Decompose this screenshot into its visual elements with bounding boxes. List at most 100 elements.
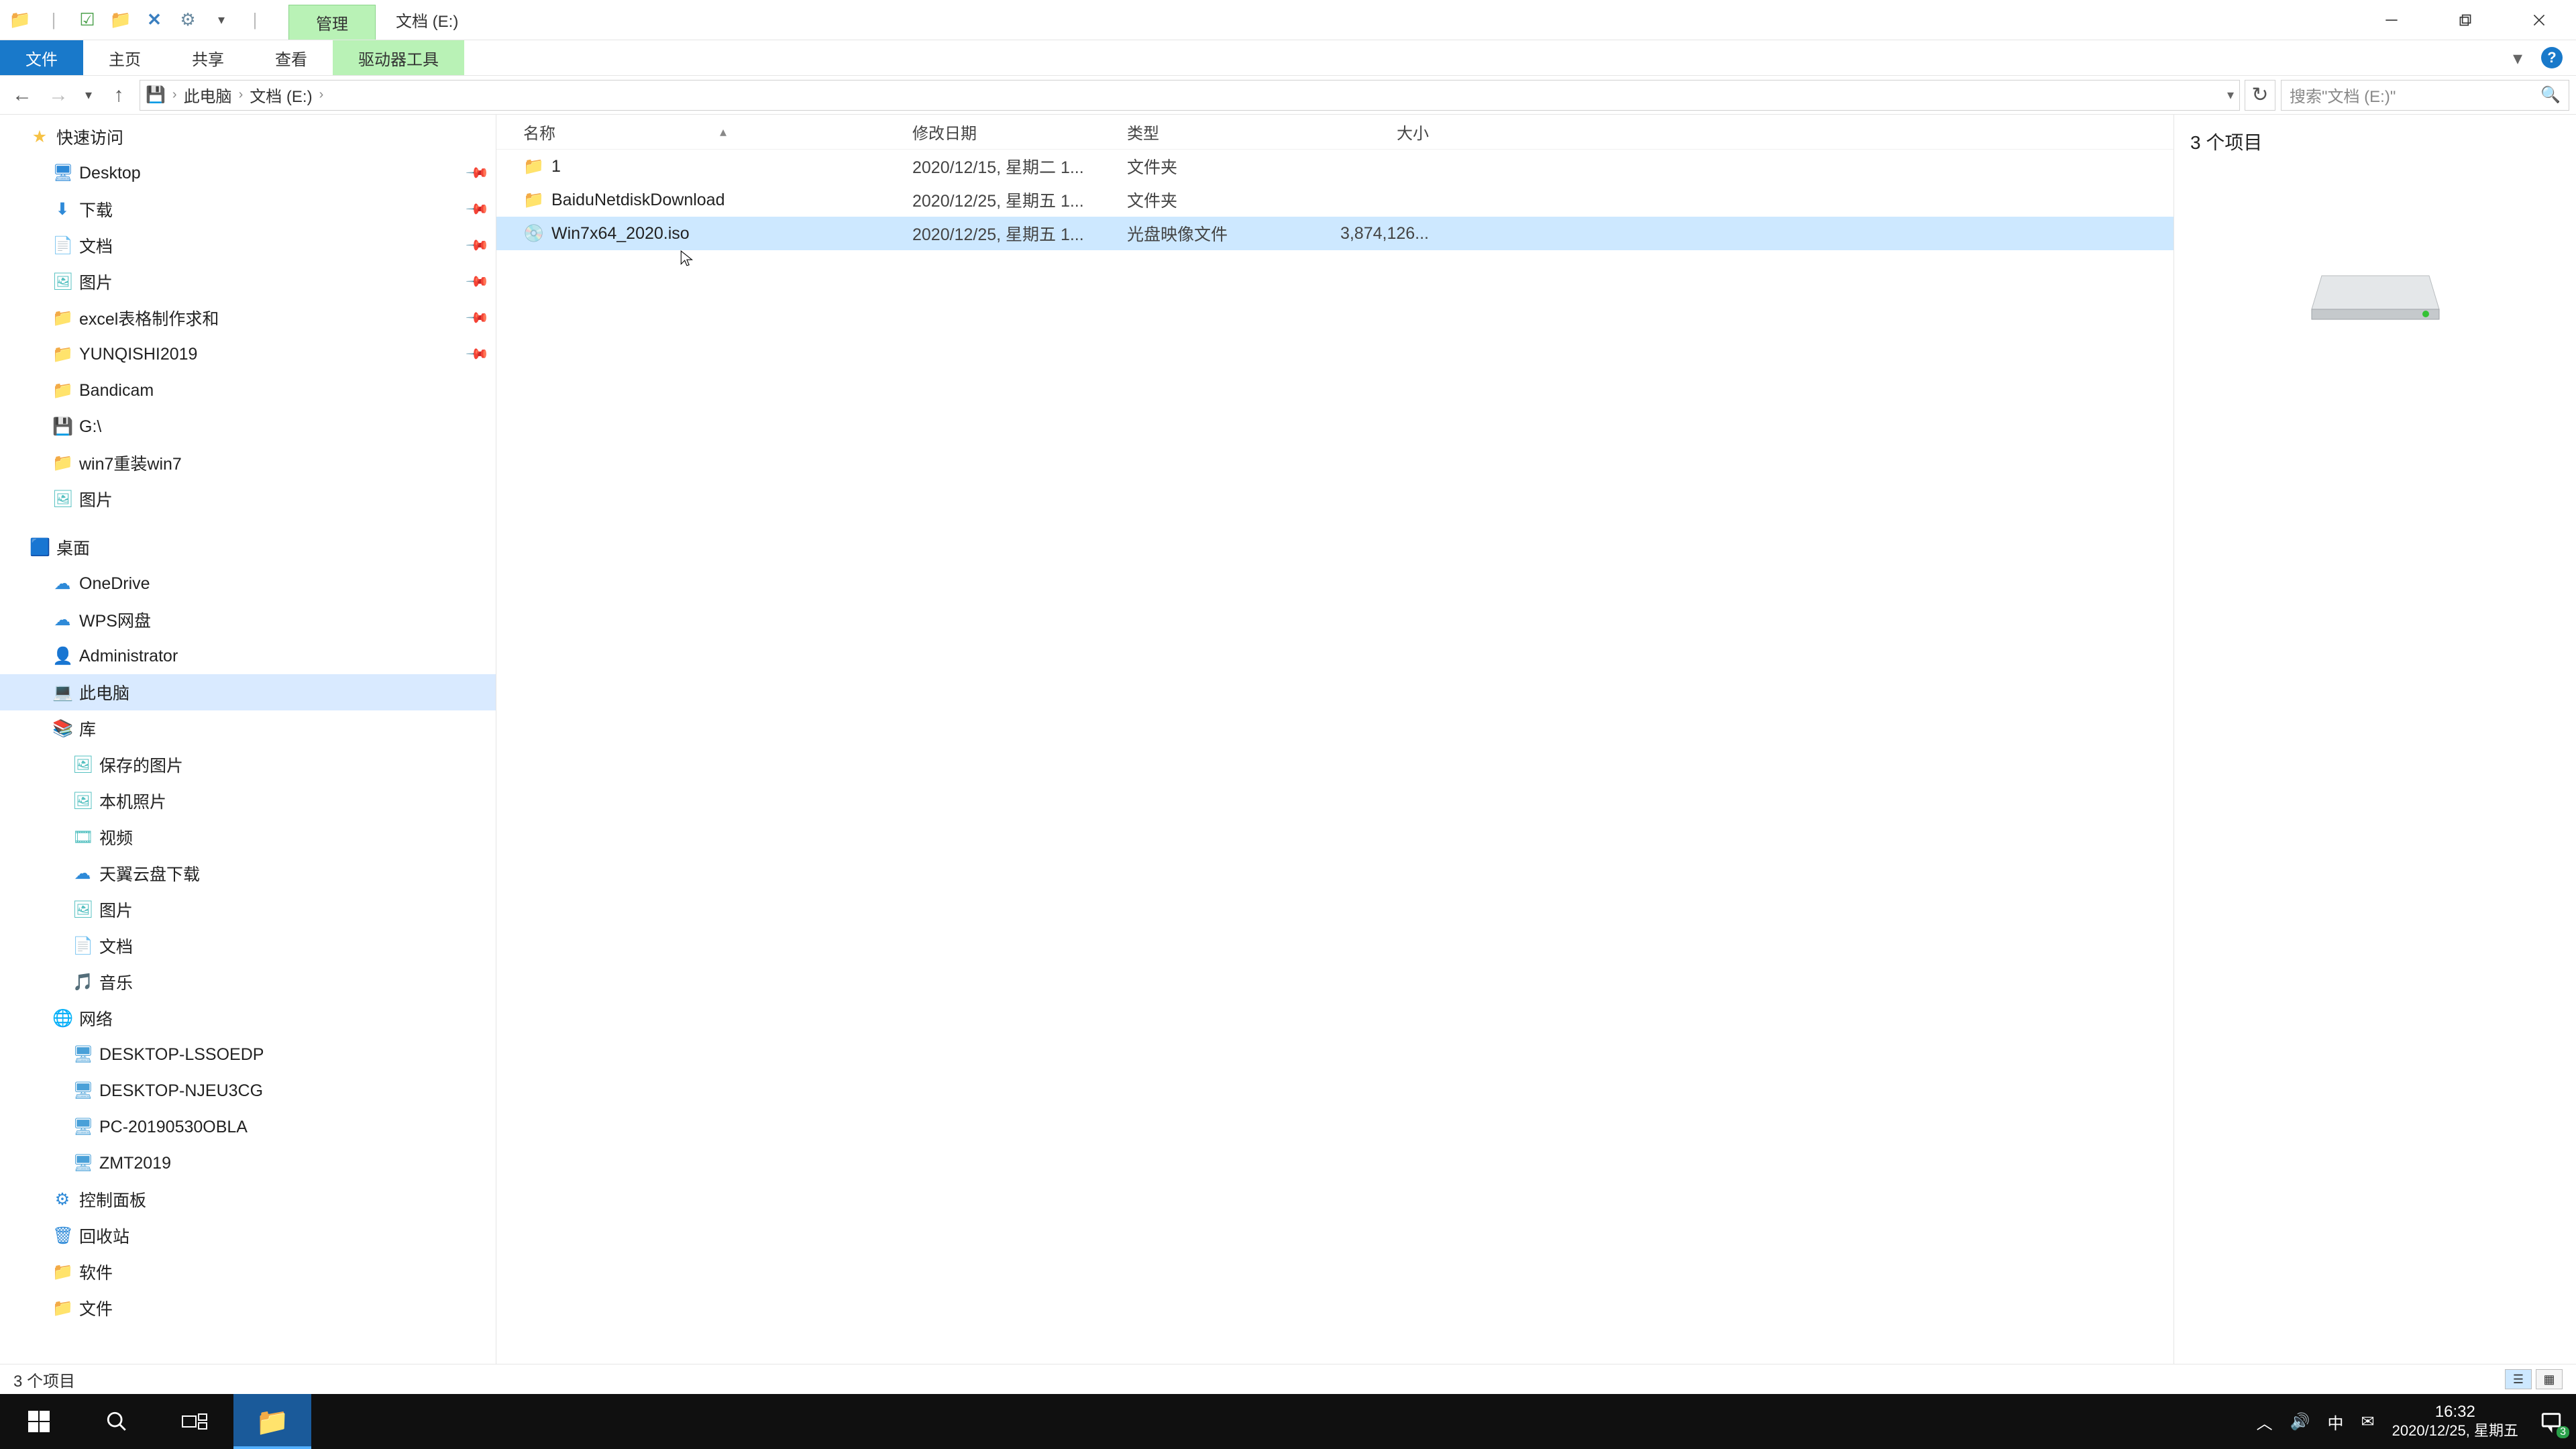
navigation-pane[interactable]: ★快速访问🖥Desktop📌⬇下载📌📄文档📌🖼图片📌📁excel表格制作求和📌📁…	[0, 115, 496, 1364]
breadcrumb-dropdown-icon[interactable]: ▾	[2227, 87, 2234, 103]
sidebar-item[interactable]: 📄文档📌	[0, 227, 496, 264]
context-tab-manage[interactable]: 管理	[288, 5, 376, 40]
close-button[interactable]	[2502, 0, 2576, 40]
sidebar-item-label: 文档	[79, 233, 113, 258]
help-icon[interactable]: ?	[2541, 47, 2563, 68]
sidebar-item[interactable]: 📁win7重装win7	[0, 445, 496, 481]
nav-back-button[interactable]: ←	[7, 80, 38, 111]
sidebar-item[interactable]: 🖼保存的图片	[0, 747, 496, 783]
sidebar-item-icon: 🖥	[72, 1154, 93, 1173]
sidebar-item[interactable]: 📁YUNQISHI2019📌	[0, 336, 496, 372]
view-details-button[interactable]: ☰	[2505, 1369, 2532, 1389]
sidebar-item[interactable]: 🖼图片	[0, 481, 496, 517]
sidebar-item[interactable]: 🗑回收站	[0, 1218, 496, 1254]
view-icons-button[interactable]: ▦	[2536, 1369, 2563, 1389]
taskbar-search-button[interactable]	[78, 1394, 156, 1449]
file-row[interactable]: 📁BaiduNetdiskDownload2020/12/25, 星期五 1..…	[496, 183, 2174, 217]
chevron-right-icon[interactable]: ›	[317, 87, 327, 103]
sidebar-item[interactable]: 🖥ZMT2019	[0, 1145, 496, 1181]
breadcrumb-segment[interactable]: 文档 (E:)	[250, 83, 312, 107]
sidebar-item[interactable]: 🖥DESKTOP-NJEU3CG	[0, 1073, 496, 1109]
file-row[interactable]: 📁12020/12/15, 星期二 1...文件夹	[496, 150, 2174, 183]
sidebar-item[interactable]: ☁OneDrive	[0, 566, 496, 602]
column-headers[interactable]: 名称 ▴ 修改日期 类型 大小	[496, 115, 2174, 150]
search-input[interactable]: 搜索"文档 (E:)" 🔍	[2281, 80, 2569, 111]
sidebar-item[interactable]: ★快速访问	[0, 119, 496, 155]
sidebar-item[interactable]: 🖥PC-20190530OBLA	[0, 1109, 496, 1145]
ribbon-tab-file[interactable]: 文件	[0, 40, 83, 75]
sidebar-item-icon: 📁	[52, 1263, 72, 1282]
qat-app-icon[interactable]: 📁	[7, 7, 34, 34]
sidebar-item-label: win7重装win7	[79, 451, 182, 475]
ribbon-tab-drive-tools[interactable]: 驱动器工具	[333, 40, 464, 75]
file-type-icon: 📁	[523, 191, 543, 210]
column-header-size[interactable]: 大小	[1308, 120, 1442, 144]
title-bar: 📁 | ☑ 📁 ✕ ⚙ ▾ | 管理 文档 (E:)	[0, 0, 2576, 40]
sidebar-item[interactable]: 🖼图片📌	[0, 264, 496, 300]
qat-separator: |	[241, 7, 268, 34]
sidebar-item[interactable]: ☁WPS网盘	[0, 602, 496, 638]
qat-folder-icon[interactable]: 📁	[107, 7, 134, 34]
nav-up-button[interactable]: ↑	[103, 80, 134, 111]
taskbar[interactable]: 📁 ︿ 🔊 中 ✉ 16:32 2020/12/25, 星期五 3	[0, 1394, 2576, 1449]
sidebar-item[interactable]: 📁软件	[0, 1254, 496, 1290]
tray-volume-icon[interactable]: 🔊	[2290, 1412, 2310, 1432]
hard-drive-icon	[2308, 249, 2443, 323]
file-type-icon: 📁	[523, 157, 543, 176]
sidebar-item[interactable]: 🌐网络	[0, 1000, 496, 1036]
sidebar-item[interactable]: ☁天翼云盘下载	[0, 855, 496, 892]
close-icon	[2530, 11, 2548, 29]
qat-customize-dropdown[interactable]: ▾	[208, 7, 235, 34]
tray-mail-icon[interactable]: ✉	[2361, 1412, 2375, 1432]
tray-ime-icon[interactable]: 中	[2328, 1410, 2344, 1434]
minimize-button[interactable]	[2355, 0, 2428, 40]
column-header-date[interactable]: 修改日期	[912, 120, 1127, 144]
action-center-button[interactable]: 3	[2536, 1406, 2567, 1437]
ribbon-tab-share[interactable]: 共享	[166, 40, 250, 75]
sidebar-item[interactable]: 🖼本机照片	[0, 783, 496, 819]
sidebar-item[interactable]: 📁文件	[0, 1290, 496, 1326]
tray-clock[interactable]: 16:32 2020/12/25, 星期五	[2392, 1403, 2518, 1440]
breadcrumb[interactable]: 💾 › 此电脑 › 文档 (E:) › ▾	[140, 80, 2240, 111]
sidebar-item[interactable]: ⬇下载📌	[0, 191, 496, 227]
taskbar-explorer-button[interactable]: 📁	[233, 1394, 311, 1449]
ribbon-tab-view[interactable]: 查看	[250, 40, 333, 75]
chevron-right-icon[interactable]: ›	[236, 87, 246, 103]
sidebar-item[interactable]: 🎞视频	[0, 819, 496, 855]
content-area: 名称 ▴ 修改日期 类型 大小 📁12020/12/15, 星期二 1...文件…	[496, 115, 2576, 1364]
start-button[interactable]	[0, 1394, 78, 1449]
windows-logo-icon	[27, 1409, 51, 1434]
sidebar-item[interactable]: 📚库	[0, 710, 496, 747]
nav-forward-button[interactable]: →	[43, 80, 74, 111]
sidebar-item-label: PC-20190530OBLA	[99, 1118, 248, 1137]
sidebar-item[interactable]: 📄文档	[0, 928, 496, 964]
sidebar-item[interactable]: 👤Administrator	[0, 638, 496, 674]
qat-gear-icon[interactable]: ⚙	[174, 7, 201, 34]
file-row[interactable]: 💿Win7x64_2020.iso2020/12/25, 星期五 1...光盘映…	[496, 217, 2174, 250]
ribbon-tab-home[interactable]: 主页	[83, 40, 166, 75]
task-view-button[interactable]	[156, 1394, 233, 1449]
sidebar-item[interactable]: 💻此电脑	[0, 674, 496, 710]
breadcrumb-segment[interactable]: 此电脑	[184, 83, 232, 107]
column-header-name[interactable]: 名称 ▴	[523, 120, 912, 144]
qat-clear-icon[interactable]: ✕	[141, 7, 168, 34]
sidebar-item[interactable]: 🖥Desktop📌	[0, 155, 496, 191]
qat-checkbox-icon[interactable]: ☑	[74, 7, 101, 34]
maximize-button[interactable]	[2428, 0, 2502, 40]
file-list[interactable]: 名称 ▴ 修改日期 类型 大小 📁12020/12/15, 星期二 1...文件…	[496, 115, 2174, 1364]
tray-overflow-icon[interactable]: ︿	[2257, 1410, 2273, 1434]
column-header-type[interactable]: 类型	[1127, 120, 1308, 144]
sidebar-item[interactable]: 🟦桌面	[0, 529, 496, 566]
refresh-button[interactable]: ↻	[2245, 80, 2275, 111]
sidebar-item[interactable]: 📁Bandicam	[0, 372, 496, 409]
sidebar-item[interactable]: 💾G:\	[0, 409, 496, 445]
sidebar-item[interactable]: 📁excel表格制作求和📌	[0, 300, 496, 336]
chevron-right-icon[interactable]: ›	[170, 87, 180, 103]
sidebar-item[interactable]: 🖥DESKTOP-LSSOEDP	[0, 1036, 496, 1073]
sidebar-item[interactable]: ⚙控制面板	[0, 1181, 496, 1218]
ribbon-expand-icon[interactable]: ▾	[2513, 47, 2522, 69]
sidebar-item[interactable]: 🖼图片	[0, 892, 496, 928]
nav-recent-dropdown[interactable]: ▾	[79, 80, 98, 111]
sidebar-item[interactable]: 🎵音乐	[0, 964, 496, 1000]
pin-icon: 📌	[464, 341, 490, 367]
